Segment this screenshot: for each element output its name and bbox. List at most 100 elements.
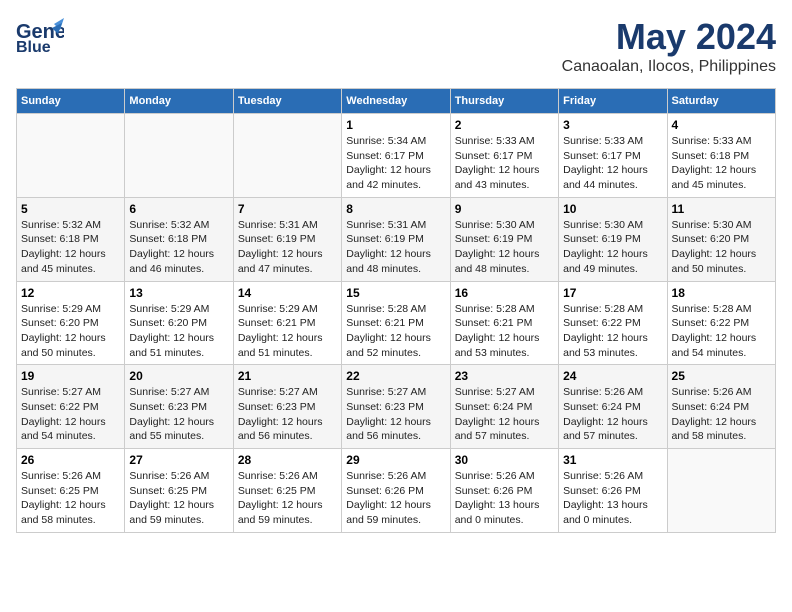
calendar-cell: 31 Sunrise: 5:26 AMSunset: 6:26 PMDayligh… <box>559 449 667 533</box>
day-number: 31 <box>563 453 662 467</box>
cell-info: Sunrise: 5:30 AMSunset: 6:19 PMDaylight:… <box>455 218 554 277</box>
day-number: 1 <box>346 118 445 132</box>
day-number: 20 <box>129 369 228 383</box>
cell-info: Sunrise: 5:26 AMSunset: 6:26 PMDaylight:… <box>346 469 445 528</box>
svg-text:Blue: Blue <box>16 39 51 56</box>
calendar-table: SundayMondayTuesdayWednesdayThursdayFrid… <box>16 88 776 533</box>
cell-info: Sunrise: 5:33 AMSunset: 6:17 PMDaylight:… <box>455 134 554 193</box>
day-number: 4 <box>672 118 771 132</box>
header: General Blue May 2024 Canaoalan, Ilocos,… <box>16 16 776 76</box>
cell-info: Sunrise: 5:26 AMSunset: 6:24 PMDaylight:… <box>563 385 662 444</box>
cell-info: Sunrise: 5:28 AMSunset: 6:21 PMDaylight:… <box>455 302 554 361</box>
title-area: May 2024 Canaoalan, Ilocos, Philippines <box>562 16 776 76</box>
calendar-cell: 8 Sunrise: 5:31 AMSunset: 6:19 PMDaylight… <box>342 197 450 281</box>
calendar-cell: 18 Sunrise: 5:28 AMSunset: 6:22 PMDayligh… <box>667 281 775 365</box>
calendar-cell: 23 Sunrise: 5:27 AMSunset: 6:24 PMDayligh… <box>450 365 558 449</box>
calendar-cell <box>233 114 341 198</box>
day-number: 12 <box>21 286 120 300</box>
cell-info: Sunrise: 5:30 AMSunset: 6:19 PMDaylight:… <box>563 218 662 277</box>
day-number: 19 <box>21 369 120 383</box>
day-number: 27 <box>129 453 228 467</box>
cell-info: Sunrise: 5:26 AMSunset: 6:25 PMDaylight:… <box>238 469 337 528</box>
calendar-cell: 3Sunrise: 5:33 AMSunset: 6:17 PMDaylight… <box>559 114 667 198</box>
day-header-thursday: Thursday <box>450 89 558 114</box>
cell-info: Sunrise: 5:33 AMSunset: 6:17 PMDaylight:… <box>563 134 662 193</box>
day-number: 11 <box>672 202 771 216</box>
cell-info: Sunrise: 5:29 AMSunset: 6:20 PMDaylight:… <box>21 302 120 361</box>
calendar-cell: 7Sunrise: 5:31 AMSunset: 6:19 PMDaylight… <box>233 197 341 281</box>
calendar-cell: 14 Sunrise: 5:29 AMSunset: 6:21 PMDayligh… <box>233 281 341 365</box>
day-number: 30 <box>455 453 554 467</box>
calendar-cell: 4 Sunrise: 5:33 AMSunset: 6:18 PMDaylight… <box>667 114 775 198</box>
day-number: 15 <box>346 286 445 300</box>
cell-info: Sunrise: 5:31 AMSunset: 6:19 PMDaylight:… <box>346 218 445 277</box>
cell-info: Sunrise: 5:27 AMSunset: 6:24 PMDaylight:… <box>455 385 554 444</box>
day-number: 13 <box>129 286 228 300</box>
logo-icon: General Blue <box>16 16 64 56</box>
cell-info: Sunrise: 5:26 AMSunset: 6:25 PMDaylight:… <box>129 469 228 528</box>
page-title: May 2024 <box>562 16 776 58</box>
day-number: 2 <box>455 118 554 132</box>
cell-info: Sunrise: 5:29 AMSunset: 6:21 PMDaylight:… <box>238 302 337 361</box>
cell-info: Sunrise: 5:28 AMSunset: 6:21 PMDaylight:… <box>346 302 445 361</box>
cell-info: Sunrise: 5:30 AMSunset: 6:20 PMDaylight:… <box>672 218 771 277</box>
cell-info: Sunrise: 5:27 AMSunset: 6:23 PMDaylight:… <box>238 385 337 444</box>
cell-info: Sunrise: 5:26 AMSunset: 6:26 PMDaylight:… <box>455 469 554 528</box>
calendar-cell <box>17 114 125 198</box>
calendar-cell: 1 Sunrise: 5:34 AMSunset: 6:17 PMDaylight… <box>342 114 450 198</box>
calendar-cell: 19 Sunrise: 5:27 AMSunset: 6:22 PMDayligh… <box>17 365 125 449</box>
calendar-cell: 5Sunrise: 5:32 AMSunset: 6:18 PMDaylight… <box>17 197 125 281</box>
day-header-tuesday: Tuesday <box>233 89 341 114</box>
calendar-cell <box>125 114 233 198</box>
cell-info: Sunrise: 5:32 AMSunset: 6:18 PMDaylight:… <box>129 218 228 277</box>
day-number: 8 <box>346 202 445 216</box>
cell-info: Sunrise: 5:28 AMSunset: 6:22 PMDaylight:… <box>563 302 662 361</box>
cell-info: Sunrise: 5:27 AMSunset: 6:23 PMDaylight:… <box>129 385 228 444</box>
day-number: 17 <box>563 286 662 300</box>
page-subtitle: Canaoalan, Ilocos, Philippines <box>562 58 776 76</box>
calendar-cell: 10 Sunrise: 5:30 AMSunset: 6:19 PMDayligh… <box>559 197 667 281</box>
day-number: 16 <box>455 286 554 300</box>
day-number: 21 <box>238 369 337 383</box>
day-header-friday: Friday <box>559 89 667 114</box>
calendar-cell: 17 Sunrise: 5:28 AMSunset: 6:22 PMDayligh… <box>559 281 667 365</box>
calendar-cell: 28 Sunrise: 5:26 AMSunset: 6:25 PMDayligh… <box>233 449 341 533</box>
day-header-monday: Monday <box>125 89 233 114</box>
calendar-cell: 2 Sunrise: 5:33 AMSunset: 6:17 PMDaylight… <box>450 114 558 198</box>
cell-info: Sunrise: 5:28 AMSunset: 6:22 PMDaylight:… <box>672 302 771 361</box>
cell-info: Sunrise: 5:34 AMSunset: 6:17 PMDaylight:… <box>346 134 445 193</box>
day-number: 18 <box>672 286 771 300</box>
cell-info: Sunrise: 5:27 AMSunset: 6:22 PMDaylight:… <box>21 385 120 444</box>
calendar-cell <box>667 449 775 533</box>
logo: General Blue <box>16 16 68 61</box>
calendar-cell: 6 Sunrise: 5:32 AMSunset: 6:18 PMDaylight… <box>125 197 233 281</box>
cell-info: Sunrise: 5:33 AMSunset: 6:18 PMDaylight:… <box>672 134 771 193</box>
calendar-cell: 22 Sunrise: 5:27 AMSunset: 6:23 PMDayligh… <box>342 365 450 449</box>
day-number: 6 <box>129 202 228 216</box>
day-number: 14 <box>238 286 337 300</box>
cell-info: Sunrise: 5:27 AMSunset: 6:23 PMDaylight:… <box>346 385 445 444</box>
day-number: 9 <box>455 202 554 216</box>
day-number: 29 <box>346 453 445 467</box>
day-header-sunday: Sunday <box>17 89 125 114</box>
calendar-cell: 25Sunrise: 5:26 AMSunset: 6:24 PMDayligh… <box>667 365 775 449</box>
calendar-cell: 20 Sunrise: 5:27 AMSunset: 6:23 PMDayligh… <box>125 365 233 449</box>
day-number: 22 <box>346 369 445 383</box>
calendar-cell: 27 Sunrise: 5:26 AMSunset: 6:25 PMDayligh… <box>125 449 233 533</box>
calendar-cell: 26Sunrise: 5:26 AMSunset: 6:25 PMDayligh… <box>17 449 125 533</box>
calendar-cell: 15 Sunrise: 5:28 AMSunset: 6:21 PMDayligh… <box>342 281 450 365</box>
calendar-cell: 29 Sunrise: 5:26 AMSunset: 6:26 PMDayligh… <box>342 449 450 533</box>
day-number: 10 <box>563 202 662 216</box>
day-header-wednesday: Wednesday <box>342 89 450 114</box>
cell-info: Sunrise: 5:31 AMSunset: 6:19 PMDaylight:… <box>238 218 337 277</box>
calendar-cell: 9 Sunrise: 5:30 AMSunset: 6:19 PMDaylight… <box>450 197 558 281</box>
calendar-cell: 13 Sunrise: 5:29 AMSunset: 6:20 PMDayligh… <box>125 281 233 365</box>
cell-info: Sunrise: 5:26 AMSunset: 6:26 PMDaylight:… <box>563 469 662 528</box>
cell-info: Sunrise: 5:26 AMSunset: 6:24 PMDaylight:… <box>672 385 771 444</box>
day-number: 28 <box>238 453 337 467</box>
cell-info: Sunrise: 5:32 AMSunset: 6:18 PMDaylight:… <box>21 218 120 277</box>
cell-info: Sunrise: 5:29 AMSunset: 6:20 PMDaylight:… <box>129 302 228 361</box>
day-number: 23 <box>455 369 554 383</box>
calendar-cell: 11 Sunrise: 5:30 AMSunset: 6:20 PMDayligh… <box>667 197 775 281</box>
calendar-cell: 16 Sunrise: 5:28 AMSunset: 6:21 PMDayligh… <box>450 281 558 365</box>
